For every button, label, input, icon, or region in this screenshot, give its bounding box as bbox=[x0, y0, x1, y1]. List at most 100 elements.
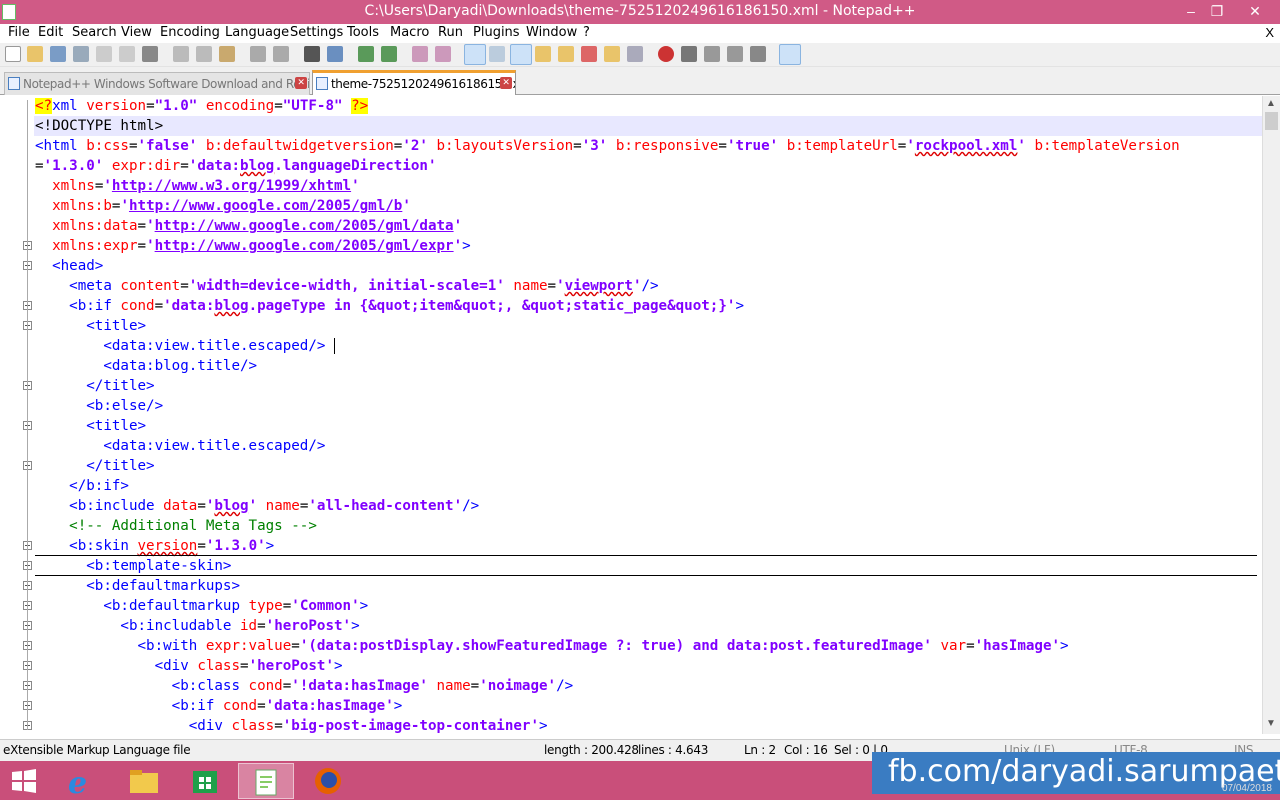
menu-tools[interactable]: Tools bbox=[347, 25, 379, 40]
code-line[interactable]: <b:if cond='data:blog.pageType in {&quot… bbox=[35, 296, 744, 316]
redo-icon[interactable] bbox=[273, 46, 289, 62]
paste-icon[interactable] bbox=[219, 46, 235, 62]
replace-icon[interactable] bbox=[327, 46, 343, 62]
open-file-icon[interactable] bbox=[27, 46, 43, 62]
code-line[interactable]: <data:view.title.escaped/> bbox=[35, 436, 325, 456]
monitoring-icon[interactable] bbox=[627, 46, 643, 62]
code-token: = bbox=[35, 158, 44, 174]
menu-view[interactable]: View bbox=[121, 25, 152, 40]
indent-guide-icon[interactable] bbox=[510, 44, 532, 65]
doc-map-icon[interactable] bbox=[558, 46, 574, 62]
tab-close-icon[interactable]: ✕ bbox=[500, 77, 512, 89]
vertical-scrollbar[interactable]: ▲ ▼ bbox=[1262, 96, 1280, 734]
code-line[interactable]: </title> bbox=[35, 376, 154, 396]
scroll-thumb[interactable] bbox=[1265, 112, 1278, 130]
tab-theme-xml[interactable]: theme-7525120249616186150.xml ✕ bbox=[312, 70, 516, 95]
tab-close-icon[interactable]: ✕ bbox=[295, 77, 307, 89]
firefox-icon[interactable] bbox=[300, 763, 356, 799]
show-all-chars-icon[interactable] bbox=[489, 46, 505, 62]
menu-help[interactable]: ? bbox=[583, 25, 590, 40]
code-line[interactable]: <div class='big-post-image-top-container… bbox=[35, 716, 548, 734]
tab-notepadpp-review[interactable]: Notepad++ Windows Software Download and … bbox=[4, 72, 310, 95]
undo-icon[interactable] bbox=[250, 46, 266, 62]
word-wrap-icon[interactable] bbox=[464, 44, 486, 65]
copy-icon[interactable] bbox=[196, 46, 212, 62]
play-multiple-macro-icon[interactable] bbox=[727, 46, 743, 62]
scroll-down-icon[interactable]: ▼ bbox=[1266, 718, 1276, 729]
code-line[interactable]: <b:defaultmarkups> bbox=[35, 576, 240, 596]
code-line[interactable]: <b:template-skin> bbox=[35, 556, 231, 576]
new-file-icon[interactable] bbox=[5, 46, 21, 62]
internet-explorer-icon[interactable]: e bbox=[54, 763, 110, 801]
code-line[interactable]: <b:includable id='heroPost'> bbox=[35, 616, 359, 636]
menu-edit[interactable]: Edit bbox=[38, 25, 63, 40]
folder-workspace-icon[interactable] bbox=[604, 46, 620, 62]
start-windows-icon[interactable] bbox=[0, 763, 48, 799]
code-line[interactable]: xmlns:expr='http://www.google.com/2005/g… bbox=[35, 236, 471, 256]
play-macro-icon[interactable] bbox=[704, 46, 720, 62]
menu-encoding[interactable]: Encoding bbox=[160, 25, 220, 40]
code-line[interactable]: <b:with expr:value='(data:postDisplay.sh… bbox=[35, 636, 1069, 656]
menu-language[interactable]: Language bbox=[225, 25, 289, 40]
menu-search[interactable]: Search bbox=[72, 25, 117, 40]
save-icon[interactable] bbox=[50, 46, 66, 62]
language-icon[interactable] bbox=[535, 46, 551, 62]
code-line[interactable]: <b:class cond='!data:hasImage' name='noi… bbox=[35, 676, 574, 696]
store-icon[interactable] bbox=[178, 763, 234, 799]
maximize-button[interactable]: ❐ bbox=[1202, 0, 1232, 24]
menu-settings[interactable]: Settings bbox=[290, 25, 343, 40]
code-line[interactable]: xmlns='http://www.w3.org/1999/xhtml' bbox=[35, 176, 360, 196]
code-line[interactable]: <b:defaultmarkup type='Common'> bbox=[35, 596, 368, 616]
menu-plugins[interactable]: Plugins bbox=[473, 25, 520, 40]
code-line[interactable]: </b:if> bbox=[35, 476, 129, 496]
code-line[interactable]: <b:else/> bbox=[35, 396, 163, 416]
code-editor[interactable]: <?xml version="1.0" encoding="UTF-8" ?> <… bbox=[0, 96, 1262, 734]
sync-vertical-icon[interactable] bbox=[412, 46, 428, 62]
code-line[interactable]: <data:blog.title/> bbox=[35, 356, 257, 376]
scroll-up-icon[interactable]: ▲ bbox=[1266, 98, 1276, 109]
code-line[interactable]: <b:include data='blog' name='all-head-co… bbox=[35, 496, 479, 516]
fold-margin[interactable] bbox=[0, 96, 34, 734]
code-line[interactable]: <meta content='width=device-width, initi… bbox=[35, 276, 658, 296]
sync-horizontal-icon[interactable] bbox=[435, 46, 451, 62]
code-line[interactable]: <title> bbox=[35, 316, 146, 336]
stop-macro-icon[interactable] bbox=[681, 46, 697, 62]
code-line[interactable]: xmlns:b='http://www.google.com/2005/gml/… bbox=[35, 196, 411, 216]
close-file-icon[interactable] bbox=[96, 46, 112, 62]
close-document-x[interactable]: X bbox=[1265, 25, 1274, 40]
code-line[interactable]: <!DOCTYPE html> bbox=[35, 116, 163, 136]
code-line[interactable]: ='1.3.0' expr:dir='data:blog.languageDir… bbox=[35, 156, 437, 176]
menu-window[interactable]: Window bbox=[526, 25, 577, 40]
code-line[interactable]: <data:view.title.escaped/> bbox=[35, 336, 335, 356]
file-explorer-icon[interactable] bbox=[116, 763, 172, 799]
menu-file[interactable]: File bbox=[8, 25, 30, 40]
close-all-icon[interactable] bbox=[119, 46, 135, 62]
code-line[interactable]: <?xml version="1.0" encoding="UTF-8" ?> bbox=[35, 96, 369, 116]
code-line[interactable]: <head> bbox=[35, 256, 103, 276]
code-line[interactable]: <b:if cond='data:hasImage'> bbox=[35, 696, 403, 716]
menu-run[interactable]: Run bbox=[438, 25, 463, 40]
code-line[interactable]: <!-- Additional Meta Tags --> bbox=[35, 516, 317, 536]
save-all-icon[interactable] bbox=[73, 46, 89, 62]
find-icon[interactable] bbox=[304, 46, 320, 62]
code-line[interactable]: <html b:css='false' b:defaultwidgetversi… bbox=[35, 136, 1180, 156]
function-list-icon[interactable] bbox=[581, 46, 597, 62]
code-line[interactable]: </title> bbox=[35, 456, 154, 476]
print-icon[interactable] bbox=[142, 46, 158, 62]
notepadpp-taskbar-icon[interactable] bbox=[238, 763, 294, 799]
spell-check-icon[interactable] bbox=[779, 44, 801, 65]
code-line[interactable]: <div class='heroPost'> bbox=[35, 656, 343, 676]
code-line[interactable]: xmlns:data='http://www.google.com/2005/g… bbox=[35, 216, 462, 236]
save-macro-icon[interactable] bbox=[750, 46, 766, 62]
cut-icon[interactable] bbox=[173, 46, 189, 62]
record-macro-icon[interactable] bbox=[658, 46, 674, 62]
code-token: ' bbox=[453, 218, 463, 234]
close-button[interactable]: ✕ bbox=[1240, 0, 1270, 24]
code-line[interactable]: <title> bbox=[35, 416, 146, 436]
zoom-out-icon[interactable] bbox=[381, 46, 397, 62]
menu-macro[interactable]: Macro bbox=[390, 25, 429, 40]
zoom-in-icon[interactable] bbox=[358, 46, 374, 62]
code-line[interactable]: <b:skin version='1.3.0'> bbox=[35, 536, 274, 556]
